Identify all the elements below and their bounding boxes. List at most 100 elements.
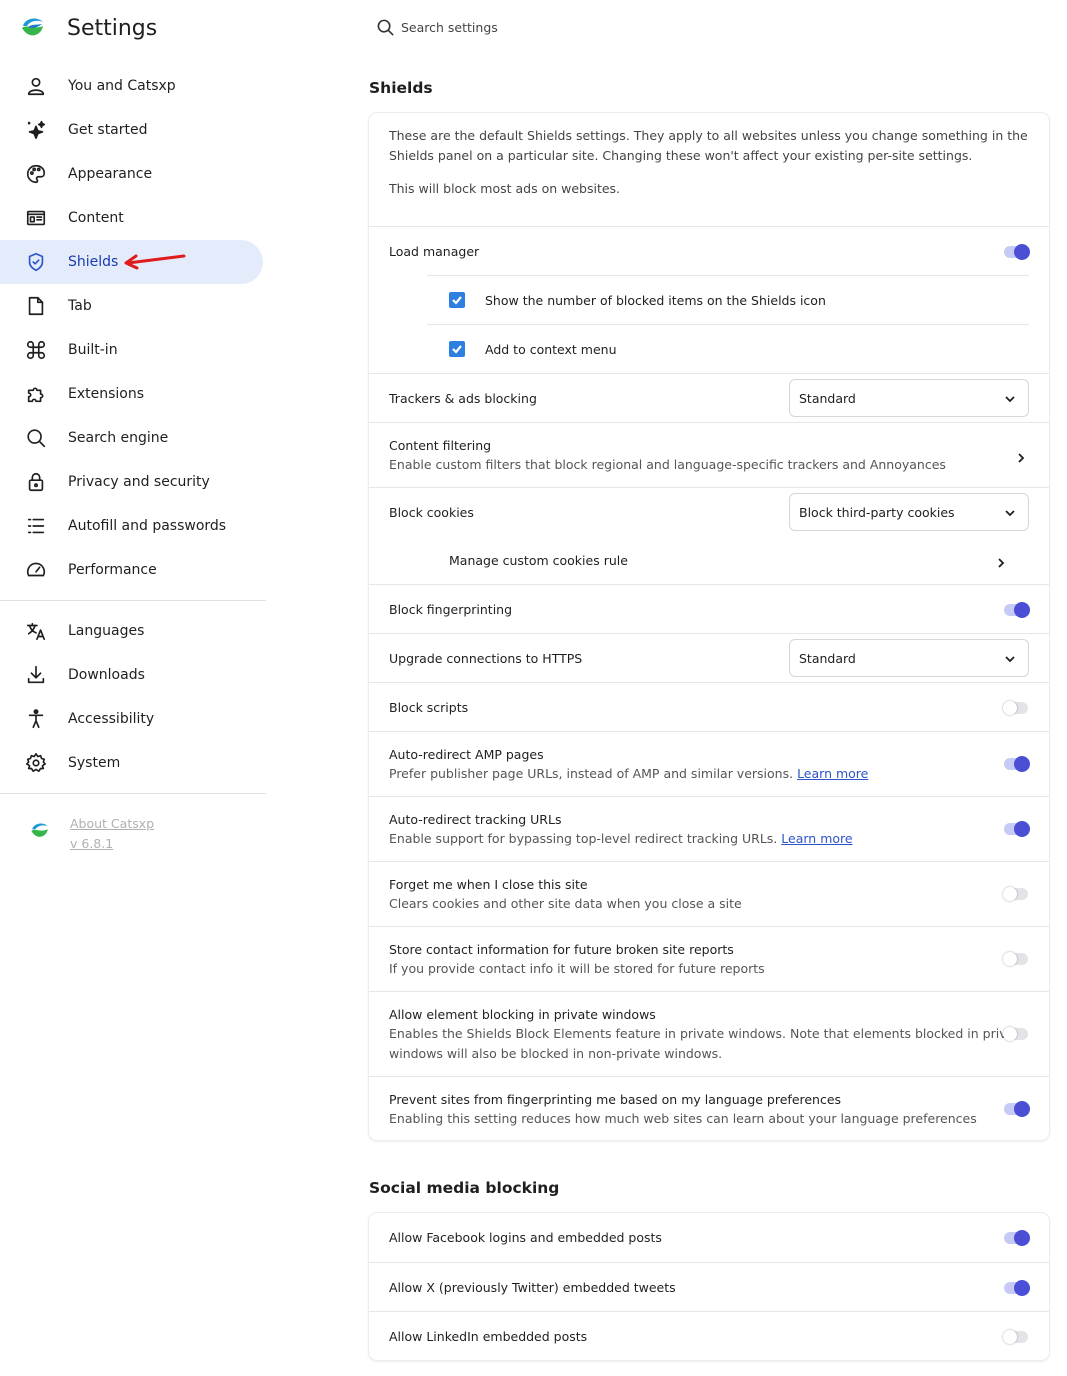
manage-cookies-label[interactable]: Manage custom cookies rule: [449, 553, 628, 568]
puzzle-icon: [24, 382, 48, 406]
search-input[interactable]: Search settings: [376, 18, 498, 37]
tracking-urls-row: Auto-redirect tracking URLs Enable suppo…: [369, 796, 1049, 861]
sidebar-item-label: Languages: [68, 623, 145, 639]
tracking-urls-sub: Enable support for bypassing top-level r…: [389, 829, 853, 849]
linkedin-label: Allow LinkedIn embedded posts: [389, 1329, 588, 1344]
section-title-social: Social media blocking: [369, 1179, 560, 1197]
context-menu-label: Add to context menu: [485, 342, 617, 357]
language-fp-row: Prevent sites from fingerprinting me bas…: [369, 1076, 1049, 1140]
annotation-arrow-shields: [124, 254, 186, 270]
https-select-value: Standard: [799, 650, 856, 666]
context-menu-checkbox[interactable]: [449, 341, 465, 357]
search-icon: [24, 426, 48, 450]
about-section: About Catsxp v 6.8.1: [0, 802, 266, 854]
sidebar-item-label: Extensions: [68, 386, 145, 402]
version-link[interactable]: v 6.8.1: [70, 834, 154, 854]
show-count-checkbox[interactable]: [449, 292, 465, 308]
sidebar-item-tab[interactable]: Tab: [0, 284, 266, 328]
chevron-right-icon[interactable]: [996, 554, 1006, 568]
sidebar-item-label: You and Catsxp: [68, 78, 176, 94]
forget-me-toggle[interactable]: [1003, 887, 1028, 901]
download-icon: [24, 663, 48, 687]
sidebar-item-label: Get started: [68, 122, 148, 138]
sidebar-item-autofill[interactable]: Autofill and passwords: [0, 504, 266, 548]
sidebar-item-you-and-catsxp[interactable]: You and Catsxp: [0, 64, 266, 108]
twitter-toggle[interactable]: [1004, 1280, 1030, 1296]
sidebar-nav: You and Catsxp Get started Appearance Co…: [0, 64, 266, 854]
palette-icon: [24, 162, 48, 186]
sidebar-item-get-started[interactable]: Get started: [0, 108, 266, 152]
facebook-toggle[interactable]: [1004, 1230, 1030, 1246]
facebook-label: Allow Facebook logins and embedded posts: [389, 1230, 662, 1245]
section-title-shields: Shields: [369, 79, 433, 97]
shields-intro-text: These are the default Shields settings. …: [389, 128, 1028, 163]
trackers-select-value: Standard: [799, 390, 856, 406]
sidebar-divider: [0, 793, 266, 794]
block-cookies-row: Block cookies Block third-party cookies …: [369, 487, 1049, 584]
sidebar-item-privacy[interactable]: Privacy and security: [0, 460, 266, 504]
chevron-right-icon: [1016, 449, 1026, 463]
sidebar-item-label: Tab: [68, 298, 92, 314]
sidebar-item-accessibility[interactable]: Accessibility: [0, 697, 266, 741]
sidebar-item-label: Appearance: [68, 166, 153, 182]
sidebar-item-downloads[interactable]: Downloads: [0, 653, 266, 697]
tracking-urls-label: Auto-redirect tracking URLs: [389, 812, 562, 827]
learn-more-link[interactable]: Learn more: [781, 831, 852, 846]
element-blocking-label: Allow element blocking in private window…: [389, 1007, 656, 1022]
language-fp-toggle[interactable]: [1004, 1101, 1030, 1117]
list-icon: [24, 514, 48, 538]
block-cookies-select-value: Block third-party cookies: [799, 504, 955, 520]
forget-me-row: Forget me when I close this site Clears …: [369, 861, 1049, 926]
sidebar-item-languages[interactable]: Languages: [0, 609, 266, 653]
content-layout-icon: [24, 206, 48, 230]
sidebar-item-performance[interactable]: Performance: [0, 548, 266, 592]
element-blocking-sub-2: windows will also be blocked in non-priv…: [389, 1046, 723, 1061]
chevron-down-icon: [1005, 656, 1015, 663]
tracking-urls-toggle[interactable]: [1004, 821, 1030, 837]
chevron-down-icon: [1005, 510, 1015, 517]
language-fp-label: Prevent sites from fingerprinting me bas…: [389, 1092, 842, 1107]
linkedin-toggle[interactable]: [1003, 1330, 1028, 1344]
search-icon: [377, 19, 394, 36]
sidebar-item-appearance[interactable]: Appearance: [0, 152, 266, 196]
social-card: Allow Facebook logins and embedded posts…: [369, 1213, 1049, 1360]
forget-me-label: Forget me when I close this site: [389, 877, 588, 892]
https-select[interactable]: Standard: [789, 639, 1029, 677]
sidebar-item-label: Privacy and security: [68, 474, 210, 490]
trackers-label: Trackers & ads blocking: [389, 391, 537, 406]
sidebar-item-label: System: [68, 755, 121, 771]
catsxp-logo: [31, 823, 48, 837]
sidebar-item-label: Search engine: [68, 430, 169, 446]
store-contact-row: Store contact information for future bro…: [369, 926, 1049, 991]
sidebar-item-content[interactable]: Content: [0, 196, 266, 240]
content-filtering-label: Content filtering: [389, 438, 492, 453]
sidebar-item-extensions[interactable]: Extensions: [0, 372, 266, 416]
facebook-row: Allow Facebook logins and embedded posts: [369, 1213, 1049, 1262]
chevron-down-icon: [1005, 396, 1015, 403]
load-manager-toggle[interactable]: [1004, 244, 1030, 260]
sidebar-divider: [0, 600, 266, 601]
content-filtering-row[interactable]: Content filtering Enable custom filters …: [369, 422, 1049, 487]
trackers-select[interactable]: Standard: [789, 379, 1029, 417]
shields-intro-text-2: This will block most ads on websites.: [389, 181, 621, 196]
store-contact-toggle[interactable]: [1003, 952, 1028, 966]
sidebar-item-search-engine[interactable]: Search engine: [0, 416, 266, 460]
sidebar-item-built-in[interactable]: Built-in: [0, 328, 266, 372]
gear-icon: [24, 751, 48, 775]
load-manager-label: Load manager: [389, 244, 480, 259]
scripts-toggle[interactable]: [1003, 701, 1028, 715]
fingerprinting-toggle[interactable]: [1004, 602, 1030, 618]
sparkle-star-icon: [24, 118, 48, 142]
amp-sub-text: Prefer publisher page URLs, instead of A…: [389, 766, 794, 781]
shield-icon: [24, 250, 48, 274]
block-cookies-label: Block cookies: [389, 505, 474, 520]
sidebar-item-system[interactable]: System: [0, 741, 266, 785]
scripts-row: Block scripts: [369, 682, 1049, 731]
about-link[interactable]: About Catsxp: [70, 814, 154, 834]
element-blocking-toggle[interactable]: [1003, 1027, 1028, 1041]
amp-toggle[interactable]: [1004, 756, 1030, 772]
amp-sub: Prefer publisher page URLs, instead of A…: [389, 764, 868, 784]
https-row: Upgrade connections to HTTPS Standard: [369, 633, 1049, 682]
block-cookies-select[interactable]: Block third-party cookies: [789, 493, 1029, 531]
learn-more-link[interactable]: Learn more: [797, 766, 868, 781]
